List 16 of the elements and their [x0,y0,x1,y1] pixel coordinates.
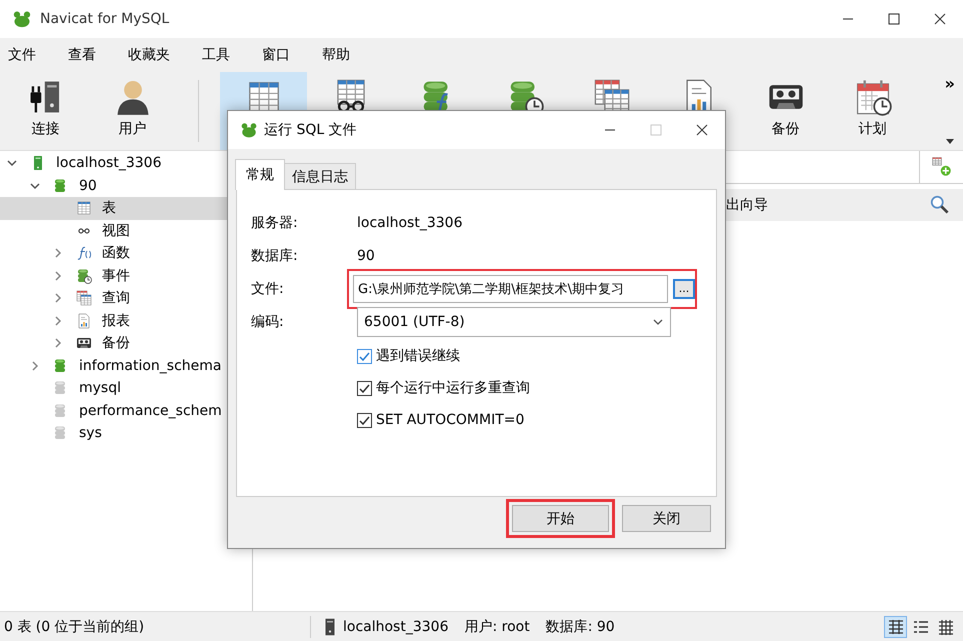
field-label: 文件: [251,280,285,298]
toolbar-label: 出向导 [726,196,768,214]
connection-name: localhost_3306 [343,618,448,634]
field-value: 90 [357,248,375,264]
checkbox-label: 每个运行中运行多重查询 [376,379,530,397]
window-title: Navicat for MySQL [40,11,170,27]
user-text: 用户: root [464,618,530,636]
database-text: 数据库: 90 [546,618,615,636]
field-label: 编码: [251,312,285,332]
field-label: 服务器: [251,214,299,232]
checkbox-label: 遇到错误继续 [376,347,460,365]
field-label: 数据库: [251,246,299,266]
dialog-title: 运行 SQL 文件 [264,121,357,139]
field-value: localhost_3306 [357,214,462,230]
status-text: 0 表 (0 位于当前的组) [3,618,146,636]
checkbox-label: SET AUTOCOMMIT=0 [376,412,524,428]
